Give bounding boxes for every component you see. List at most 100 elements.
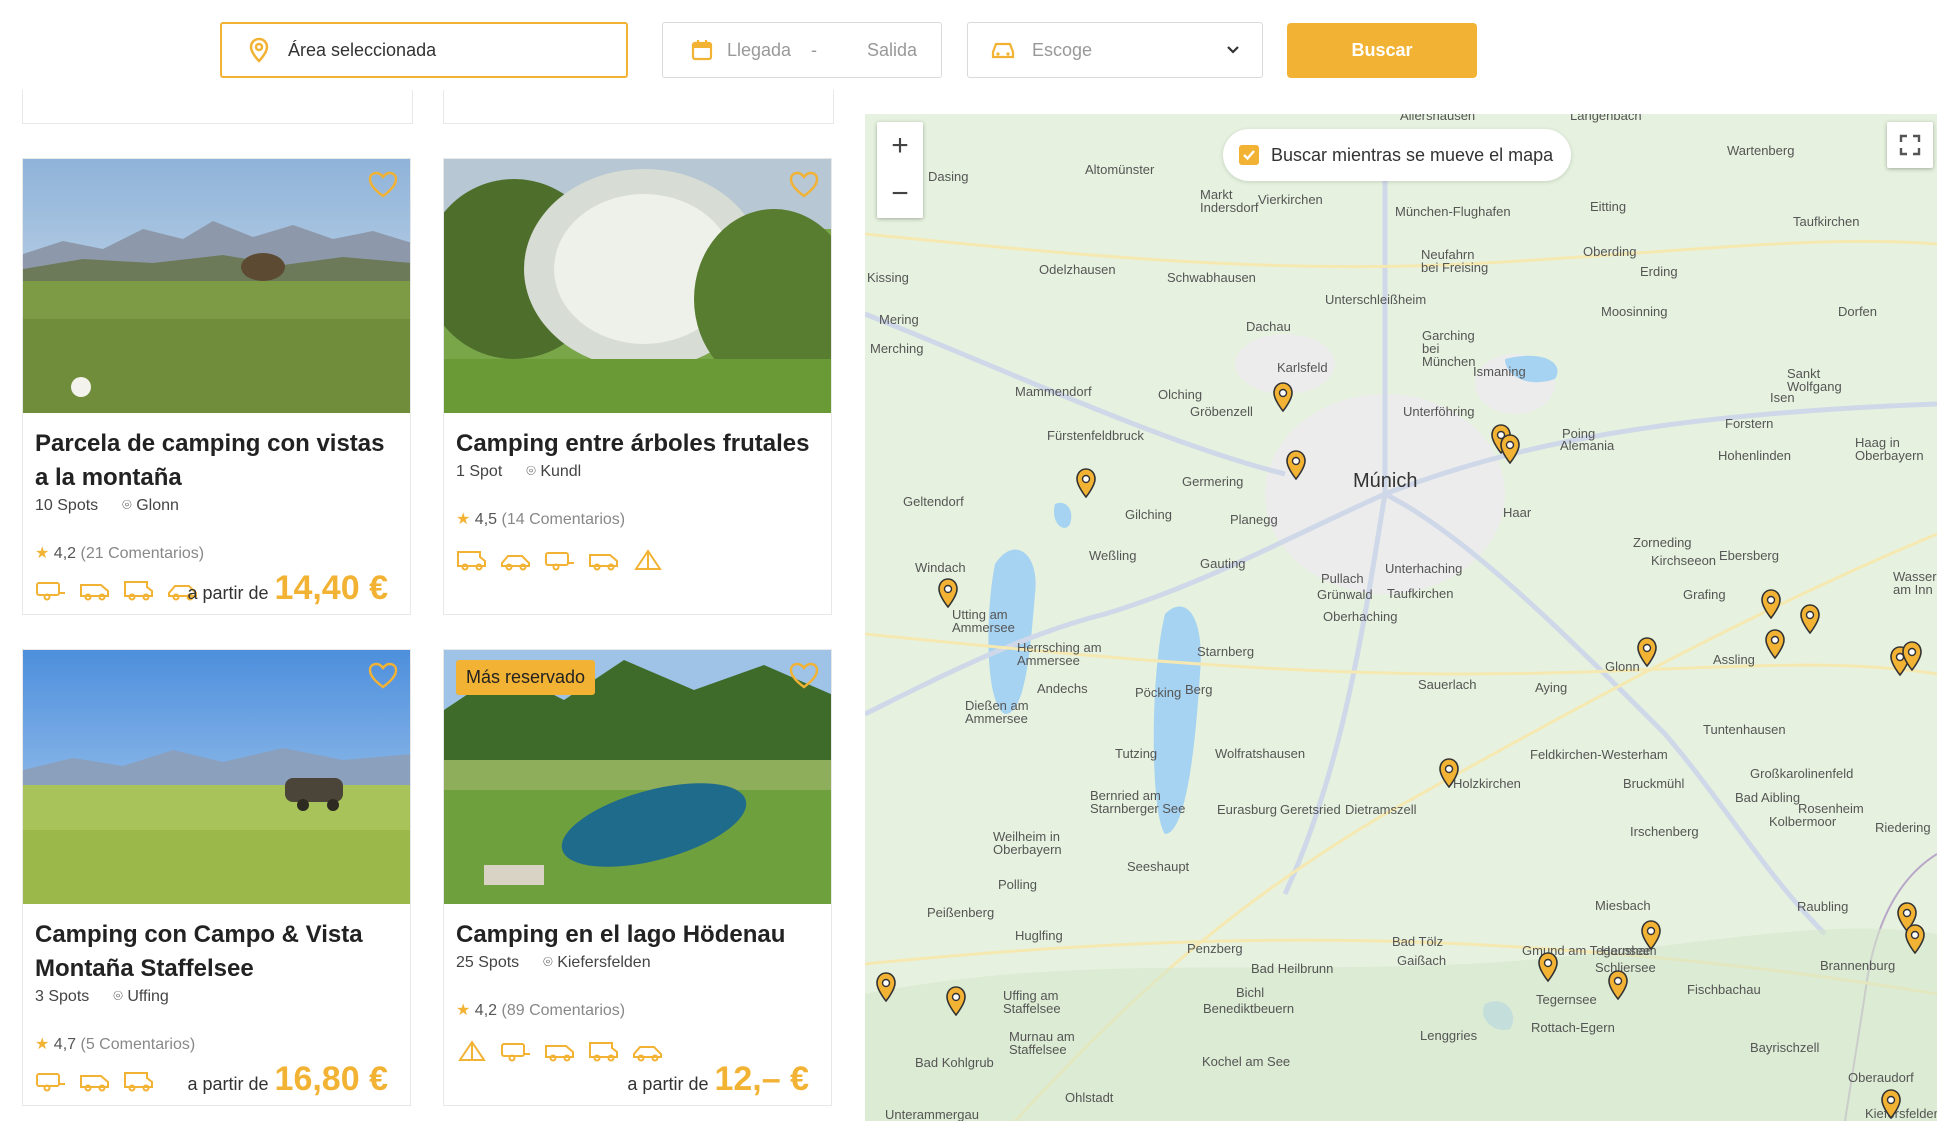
- listing-card-4[interactable]: Más reservado Camping en el lago Hödenau…: [443, 649, 832, 1106]
- caravan-icon: [501, 1043, 530, 1062]
- rating-value: 4,2: [474, 1002, 498, 1019]
- map-place-label: Garching bei München: [1422, 328, 1476, 369]
- listing-rating: ★ 4,5 (14 Comentarios): [456, 509, 625, 529]
- listing-price: a partir de 16,80 €: [188, 1060, 389, 1099]
- star-icon: ★: [456, 1002, 471, 1019]
- review-count[interactable]: (21 Comentarios): [81, 545, 205, 562]
- map-place-label: Merching: [870, 341, 924, 356]
- map-place-label: Tutzing: [1115, 746, 1158, 761]
- checkmark-icon: [1243, 150, 1255, 161]
- favorite-heart-icon[interactable]: [789, 171, 819, 199]
- arrival-date[interactable]: Llegada: [727, 40, 811, 61]
- listing-meta: 3 Spots ⌾ Uffing: [35, 988, 169, 1006]
- map-place-label: Grafing: [1683, 587, 1726, 602]
- map-pin-icon[interactable]: [1901, 641, 1923, 671]
- favorite-heart-icon[interactable]: [789, 662, 819, 690]
- map-place-label: Penzberg: [1187, 941, 1243, 956]
- caravan-icon: [36, 582, 65, 601]
- search-on-move-checkbox[interactable]: [1239, 145, 1259, 165]
- price-prefix: a partir de: [187, 583, 269, 603]
- card-fragment-left: [22, 90, 413, 124]
- date-separator: -: [811, 39, 817, 60]
- review-count[interactable]: (89 Comentarios): [502, 1002, 626, 1019]
- map-place-label: Pöcking: [1135, 685, 1182, 700]
- search-button[interactable]: Buscar: [1287, 23, 1477, 78]
- zoom-in-button[interactable]: +: [877, 122, 923, 170]
- listing-title[interactable]: Camping entre árboles frutales: [456, 427, 821, 461]
- map-pin-icon[interactable]: [1537, 952, 1559, 982]
- vehicle-icons: [35, 1070, 155, 1092]
- listing-title[interactable]: Camping en el lago Hödenau: [456, 918, 821, 952]
- search-on-move-toggle[interactable]: Buscar mientras se mueve el mapa: [1223, 129, 1572, 181]
- map-place-label: Gauting: [1200, 556, 1246, 571]
- motorhome-icon: [124, 1072, 153, 1092]
- zoom-out-button[interactable]: −: [877, 170, 923, 218]
- listing-card-3[interactable]: Camping con Campo & Vista Montaña Staffe…: [22, 649, 411, 1106]
- vehicle-icons: [35, 579, 199, 601]
- favorite-heart-icon[interactable]: [368, 662, 398, 690]
- chevron-down-icon: [1227, 46, 1239, 54]
- map-view[interactable]: Allershausen Langenbach Wartenberg Dasin…: [865, 114, 1937, 1121]
- map-pin-icon[interactable]: [1607, 970, 1629, 1000]
- map-place-label: Tegernsee: [1536, 992, 1597, 1007]
- map-pin-icon[interactable]: [937, 578, 959, 608]
- map-place-label: Rottach-Egern: [1531, 1020, 1615, 1035]
- listing-card-1[interactable]: Parcela de camping con vistas a la monta…: [22, 158, 411, 615]
- map-pin-icon[interactable]: [1640, 920, 1662, 950]
- car-icon: [501, 555, 530, 571]
- map-pin-icon[interactable]: [1764, 629, 1786, 659]
- listing-location: ⌾ Kiefersfelden: [543, 954, 651, 971]
- listing-photo[interactable]: [444, 159, 831, 413]
- listing-title[interactable]: Parcela de camping con vistas a la monta…: [35, 427, 400, 495]
- review-count[interactable]: (5 Comentarios): [81, 1036, 196, 1053]
- date-range-field[interactable]: Llegada - Salida: [662, 22, 942, 78]
- map-place-label: Bad Kohlgrub: [915, 1055, 994, 1070]
- map-pin-icon[interactable]: [875, 972, 897, 1002]
- listing-photo[interactable]: [23, 159, 410, 413]
- map-place-label: Geltendorf: [903, 494, 964, 509]
- map-pin-icon[interactable]: [1636, 637, 1658, 667]
- zoom-controls: + −: [877, 122, 923, 218]
- listing-title[interactable]: Camping con Campo & Vista Montaña Staffe…: [35, 918, 400, 986]
- departure-date[interactable]: Salida: [867, 40, 917, 61]
- rating-value: 4,5: [474, 511, 498, 528]
- map-place-label: Dasing: [928, 169, 969, 184]
- map-pin-icon[interactable]: [1075, 468, 1097, 498]
- fullscreen-button[interactable]: [1887, 122, 1933, 168]
- listing-card-2[interactable]: Camping entre árboles frutales 1 Spot ⌾ …: [443, 158, 832, 615]
- map-pin-icon[interactable]: [1880, 1089, 1902, 1119]
- area-search-field[interactable]: Área seleccionada: [220, 22, 628, 78]
- map-place-label: Grünwald: [1317, 587, 1373, 602]
- map-place-label: Großkarolinenfeld: [1750, 766, 1854, 781]
- map-place-label: Glonn: [1605, 659, 1640, 674]
- vehicle-select[interactable]: Escoge: [967, 22, 1263, 78]
- map-place-label: Eurasburg: [1217, 802, 1277, 817]
- map-place-label: Irschenberg: [1630, 824, 1699, 839]
- map-pin-icon[interactable]: [1285, 450, 1307, 480]
- map-pin-icon[interactable]: [1760, 589, 1782, 619]
- map-place-label: Taufkirchen: [1387, 586, 1454, 601]
- star-icon: ★: [456, 511, 471, 528]
- spots-count: 1 Spot: [456, 463, 503, 480]
- favorite-heart-icon[interactable]: [368, 171, 398, 199]
- map-place-label: Bernried am Starnberger See: [1090, 788, 1186, 816]
- listing-rating: ★ 4,2 (21 Comentarios): [35, 543, 204, 563]
- listing-photo[interactable]: [23, 650, 410, 904]
- map-place-label: Isen: [1770, 390, 1795, 405]
- map-place-label: Bayrischzell: [1750, 1040, 1820, 1055]
- map-place-label: Allershausen: [1400, 114, 1476, 123]
- map-place-label: Kochel am See: [1202, 1054, 1291, 1069]
- van-icon: [80, 1075, 109, 1092]
- vehicle-icons: [456, 549, 664, 571]
- map-pin-icon[interactable]: [1799, 604, 1821, 634]
- listing-meta: 10 Spots ⌾ Glonn: [35, 497, 179, 515]
- map-pin-icon[interactable]: [945, 986, 967, 1016]
- map-pin-icon[interactable]: [1272, 382, 1294, 412]
- map-place-label: Holzkirchen: [1453, 776, 1521, 791]
- map-pin-icon[interactable]: [1904, 924, 1926, 954]
- map-pin-icon[interactable]: [1438, 758, 1460, 788]
- price-prefix: a partir de: [187, 1074, 269, 1094]
- map-pin-icon[interactable]: [1499, 434, 1521, 464]
- review-count[interactable]: (14 Comentarios): [502, 511, 626, 528]
- car-icon: [991, 42, 1015, 59]
